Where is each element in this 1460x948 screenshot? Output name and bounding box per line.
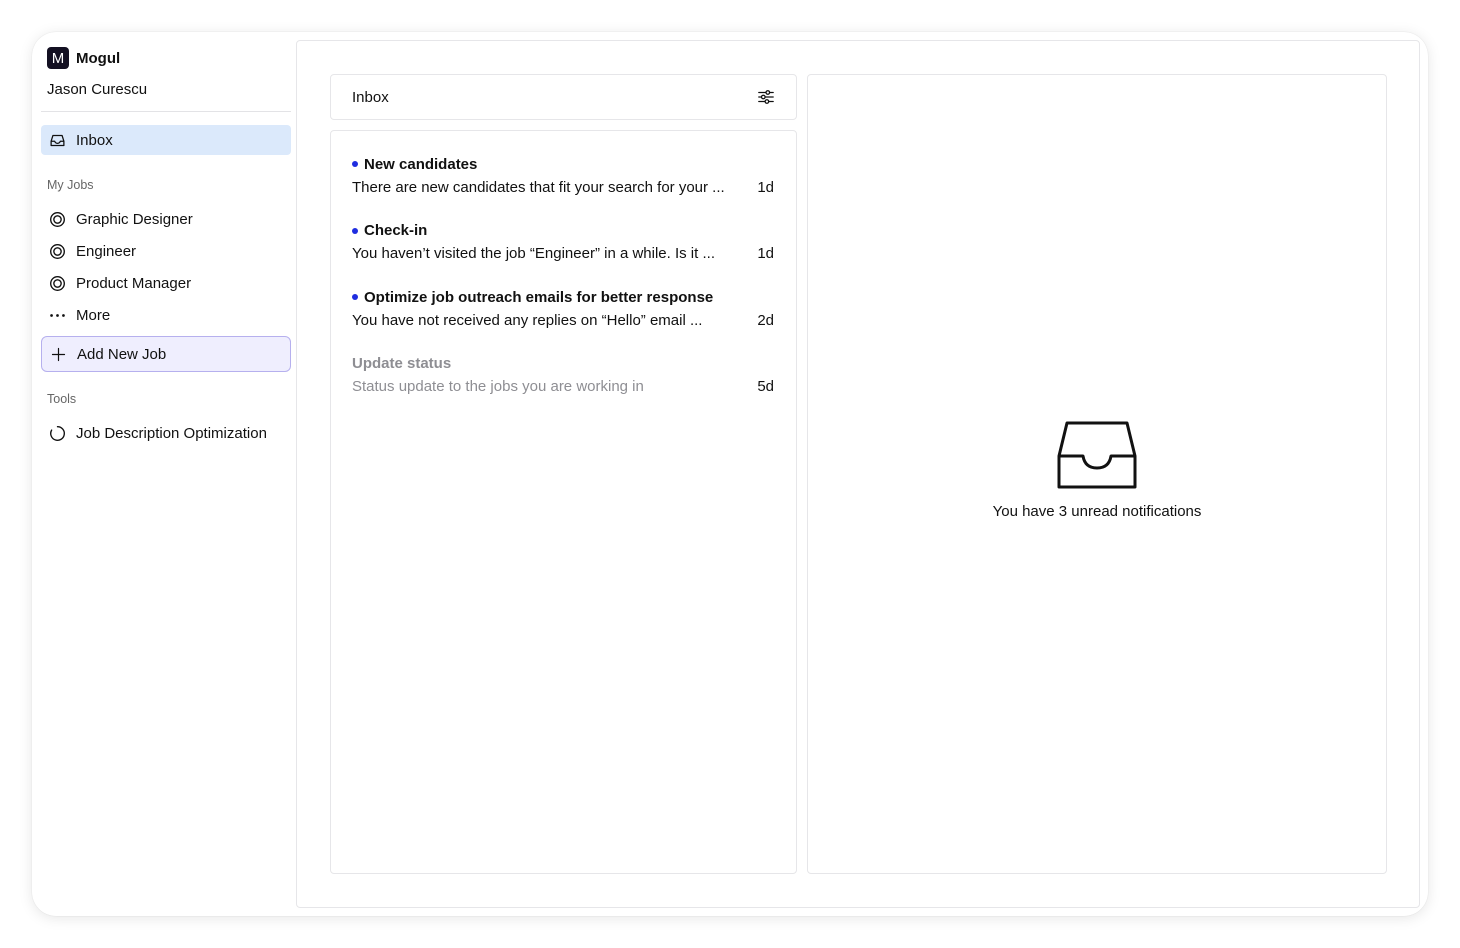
notification-body-row: There are new candidates that fit your s… — [352, 177, 774, 197]
loading-circle-icon — [49, 425, 66, 442]
sidebar-item-label: Graphic Designer — [76, 210, 193, 228]
notification-title-row: New candidates — [352, 154, 774, 174]
notification-title: Optimize job outreach emails for better … — [364, 288, 714, 306]
sidebar-item-label: Job Description Optimization — [76, 424, 267, 442]
inbox-tray-icon — [1057, 421, 1137, 489]
notification-age: 1d — [757, 178, 774, 196]
notification-body-row: Status update to the jobs you are workin… — [352, 377, 774, 397]
sidebar-item-job-description-optimization[interactable]: Job Description Optimization — [41, 418, 291, 448]
sidebar-item-label: Product Manager — [76, 274, 192, 292]
target-icon — [49, 243, 66, 260]
brand[interactable]: M Mogul — [47, 47, 120, 69]
inbox-header: Inbox — [330, 74, 797, 120]
notification-item[interactable]: Optimize job outreach emails for better … — [331, 287, 796, 354]
target-icon — [49, 275, 66, 292]
notification-age: 2d — [757, 311, 774, 329]
notification-title: Update status — [352, 355, 452, 372]
sidebar-item-more[interactable]: More — [41, 300, 291, 330]
inbox-icon — [49, 132, 66, 149]
notification-item[interactable]: Update status Status update to the jobs … — [331, 354, 796, 421]
main-panel: Inbox New candidates There are new candi… — [296, 40, 1420, 908]
empty-state: You have 3 unread notifications — [808, 420, 1386, 520]
app-window: M Mogul Jason Curescu Inbox My Jobs Grap… — [32, 32, 1428, 916]
filter-icon[interactable] — [756, 87, 776, 107]
sidebar-item-product-manager[interactable]: Product Manager — [41, 268, 291, 298]
sidebar-divider — [41, 111, 291, 112]
sidebar-item-label: Inbox — [76, 131, 113, 149]
unread-dot-icon — [352, 294, 358, 300]
notification-body-row: You have not received any replies on “He… — [352, 310, 774, 330]
notification-title-row: Check-in — [352, 221, 774, 241]
my-jobs-label: My Jobs — [47, 178, 94, 192]
notification-detail-pane: You have 3 unread notifications — [807, 74, 1387, 874]
sidebar-item-engineer[interactable]: Engineer — [41, 236, 291, 266]
notification-body-row: You haven’t visited the job “Engineer” i… — [352, 244, 774, 264]
notification-age: 5d — [757, 378, 774, 395]
user-name[interactable]: Jason Curescu — [47, 81, 147, 98]
notification-body: You haven’t visited the job “Engineer” i… — [352, 245, 715, 262]
notification-item[interactable]: Check-in You haven’t visited the job “En… — [331, 221, 796, 288]
target-icon — [49, 211, 66, 228]
notification-title: Check-in — [364, 222, 428, 239]
sidebar-item-inbox[interactable]: Inbox — [41, 125, 291, 155]
notification-title: New candidates — [364, 155, 478, 173]
unread-dot-icon — [352, 161, 358, 167]
notification-body: You have not received any replies on “He… — [352, 311, 703, 329]
empty-state-message: You have 3 unread notifications — [992, 503, 1202, 520]
notification-body: There are new candidates that fit your s… — [352, 178, 725, 196]
brand-name: Mogul — [76, 49, 121, 67]
notification-item[interactable]: New candidates There are new candidates … — [331, 154, 796, 221]
notification-list: New candidates There are new candidates … — [330, 130, 797, 874]
more-dots-icon — [49, 307, 66, 324]
notification-age: 1d — [757, 245, 774, 262]
notification-title-row: Update status — [352, 354, 774, 374]
add-new-job-label: Add New Job — [77, 345, 167, 363]
brand-logo: M — [47, 47, 69, 69]
sidebar-item-label: More — [76, 306, 111, 324]
sidebar-item-label: Engineer — [76, 242, 137, 260]
notification-body: Status update to the jobs you are workin… — [352, 378, 644, 395]
sidebar: M Mogul Jason Curescu Inbox My Jobs Grap… — [32, 32, 296, 916]
unread-dot-icon — [352, 227, 358, 234]
add-new-job-button[interactable]: Add New Job — [41, 336, 291, 372]
tools-label: Tools — [47, 392, 77, 406]
inbox-title: Inbox — [352, 88, 389, 106]
plus-icon — [50, 346, 67, 363]
notification-title-row: Optimize job outreach emails for better … — [352, 287, 774, 307]
sidebar-item-graphic-designer[interactable]: Graphic Designer — [41, 204, 291, 234]
